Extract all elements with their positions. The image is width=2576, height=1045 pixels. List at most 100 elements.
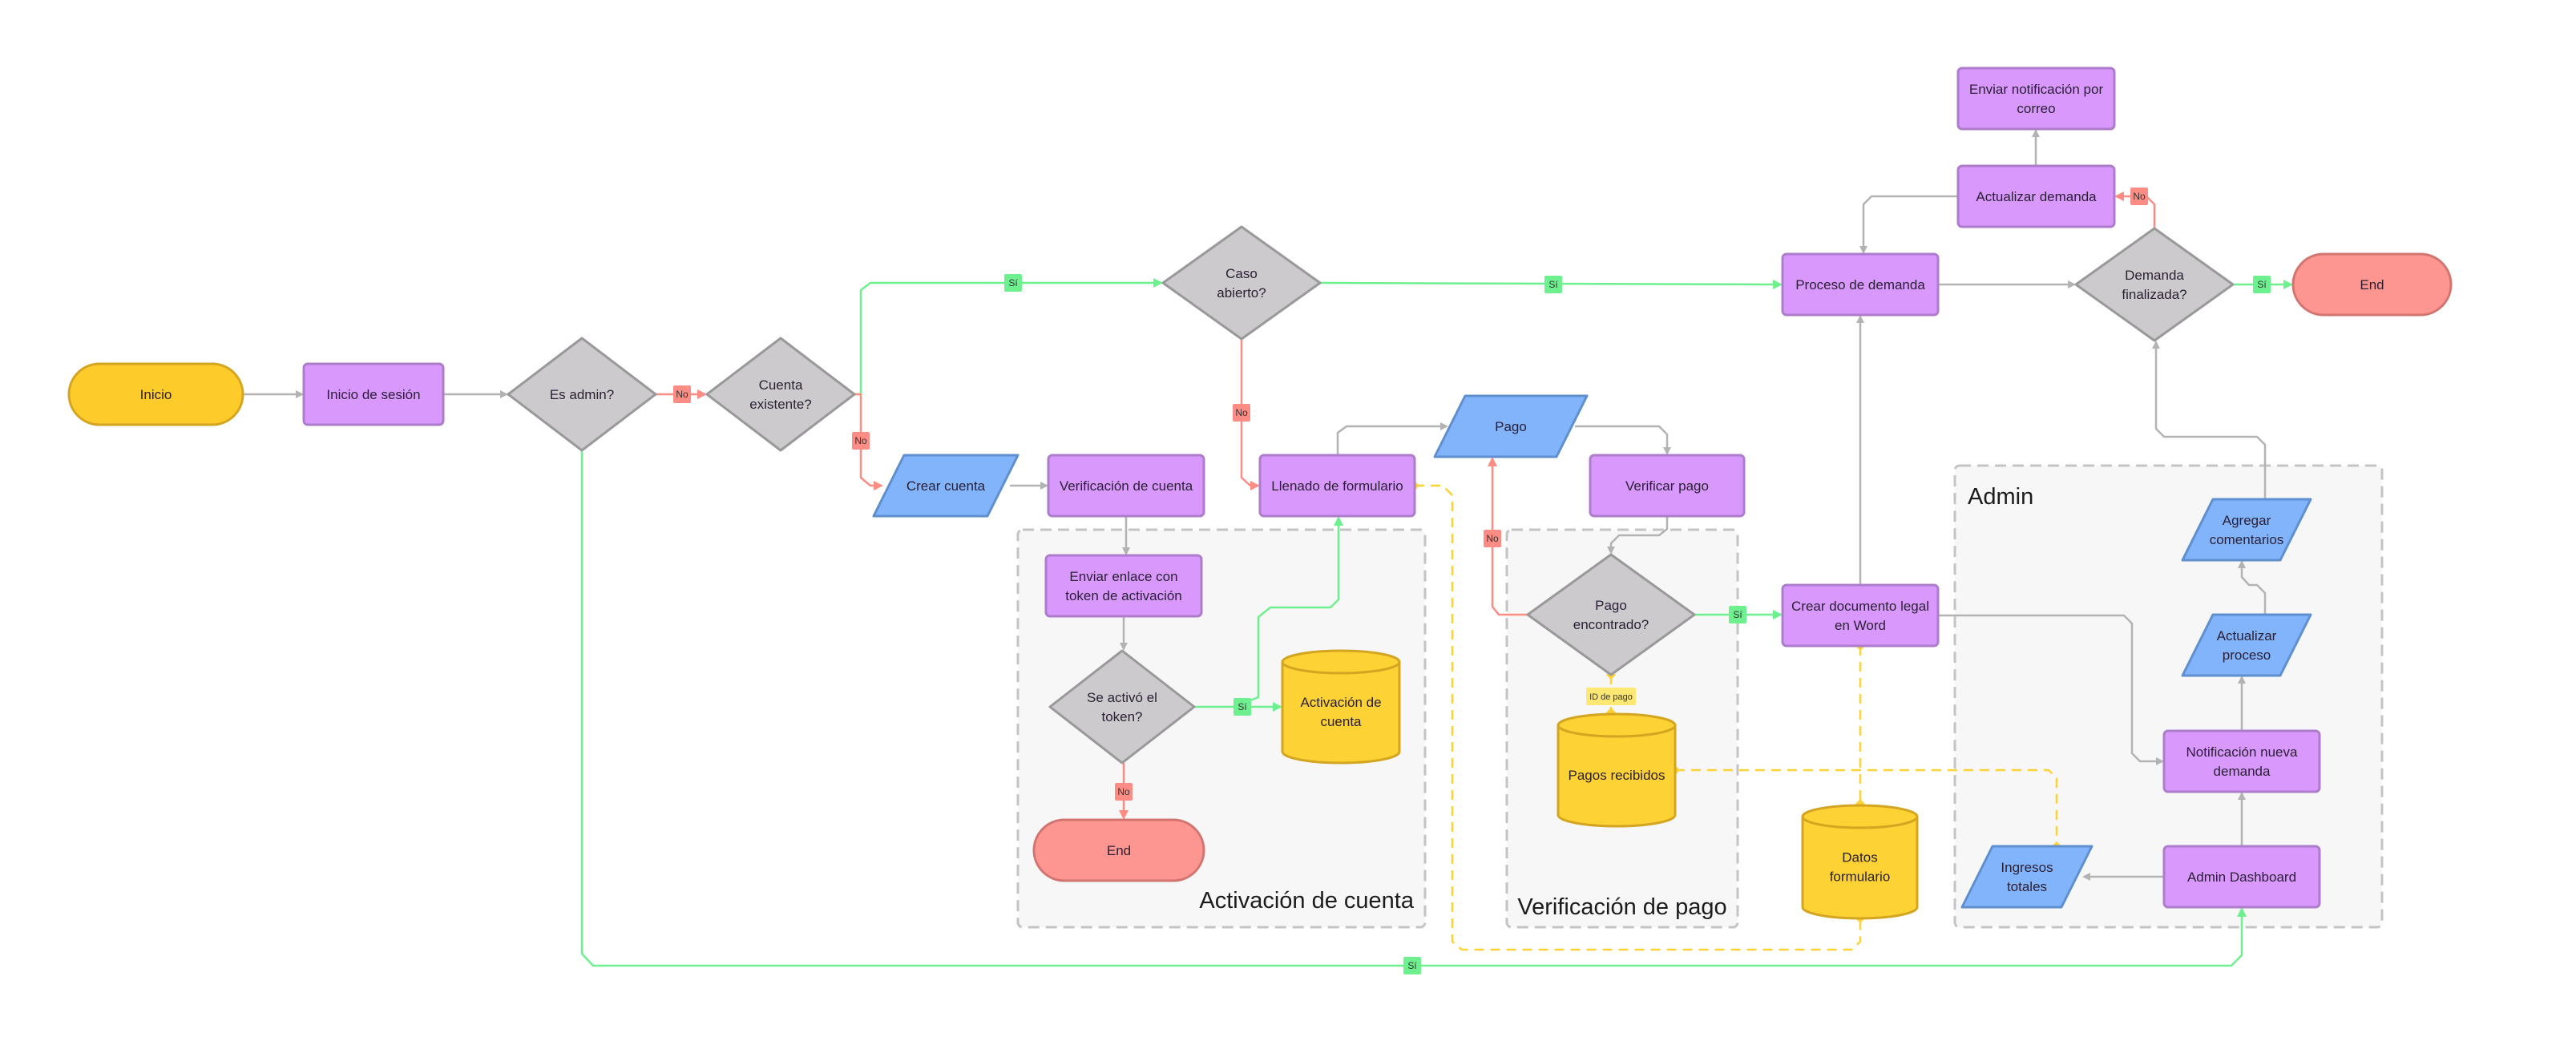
node-pago[interactable]: Pago xyxy=(1433,394,1589,458)
edge-label-text: Sí xyxy=(1548,279,1558,290)
node-label: Verificación de cuenta xyxy=(1060,478,1193,494)
edge-label-text: No xyxy=(2133,191,2146,202)
node-label: Actualizar xyxy=(2217,628,2277,644)
node-activacion-db[interactable]: Activación de cuenta xyxy=(1281,649,1401,765)
node-label: Actualizar demanda xyxy=(1976,189,2097,204)
node-label: correo xyxy=(2017,101,2055,116)
node-admin-dashboard[interactable]: Admin Dashboard xyxy=(2162,845,2321,909)
node-label: Activación de xyxy=(1300,695,1381,710)
node-label: demanda xyxy=(2214,764,2271,779)
edge-label-yes: Sí xyxy=(1729,606,1746,623)
node-inicio-sesion[interactable]: Inicio de sesión xyxy=(302,362,445,426)
node-label: Crear documento legal xyxy=(1791,599,1929,614)
node-caso-abierto[interactable]: Caso abierto? xyxy=(1161,225,1322,341)
edge-label-text: Sí xyxy=(2257,279,2267,290)
process-shape xyxy=(1044,554,1203,618)
node-label: formulario xyxy=(1830,869,1891,885)
node-label: End xyxy=(2360,277,2384,293)
node-label: proceso xyxy=(2223,648,2271,663)
node-label: Demanda xyxy=(2125,268,2184,283)
node-proceso-demanda[interactable]: Proceso de demanda xyxy=(1781,252,1940,317)
node-label: End xyxy=(1107,843,1131,858)
node-label: Verificar pago xyxy=(1625,478,1709,494)
node-label: Se activó el xyxy=(1087,690,1157,705)
process-shape xyxy=(2162,729,2321,793)
node-label: finalizada? xyxy=(2122,287,2186,302)
node-label: Crear cuenta xyxy=(906,478,986,494)
node-llenado[interactable]: Llenado de formulario xyxy=(1258,454,1416,518)
edge-label-yes: Sí xyxy=(1544,276,1562,293)
node-label: Inicio de sesión xyxy=(326,387,420,402)
group-title: Admin xyxy=(1968,484,2033,510)
node-es-admin[interactable]: Es admin? xyxy=(507,337,657,452)
edge-label-yes: Sí xyxy=(1403,957,1421,974)
edge-pago-to-verificar_pago xyxy=(1575,425,1671,455)
edge-label-no: No xyxy=(1484,530,1501,547)
process-shape xyxy=(1781,583,1940,648)
node-actualizar-demanda[interactable]: Actualizar demanda xyxy=(1956,164,2116,228)
node-label: comentarios xyxy=(2210,532,2284,547)
node-label: Datos xyxy=(1842,850,1877,865)
node-label: Es admin? xyxy=(550,387,614,402)
decision-shape xyxy=(2074,227,2235,342)
node-label: Pagos recibidos xyxy=(1569,768,1666,783)
node-label: Admin Dashboard xyxy=(2187,869,2296,885)
node-label: Caso xyxy=(1225,266,1258,281)
decision-shape xyxy=(1161,225,1322,341)
node-label: token de activación xyxy=(1065,588,1182,603)
node-label: Notificación nueva xyxy=(2186,744,2298,760)
decision-shape xyxy=(705,337,856,452)
node-label: Pago xyxy=(1495,419,1527,434)
edge-label-yes: Sí xyxy=(1004,274,1022,292)
node-label: en Word xyxy=(1835,618,1886,633)
node-label: existente? xyxy=(749,397,812,412)
node-label: cuenta xyxy=(1320,714,1362,729)
edge-actualizar_demanda-to-proceso_demanda xyxy=(1859,195,1958,254)
node-label: Inicio xyxy=(140,387,172,402)
node-label: totales xyxy=(2007,879,2047,894)
edge-label-text: Sí xyxy=(1008,277,1018,288)
group-title: Verificación de pago xyxy=(1517,894,1726,920)
node-label: Pago xyxy=(1595,598,1627,613)
node-cuenta-existente[interactable]: Cuenta existente? xyxy=(705,337,856,452)
edge-label-text: No xyxy=(854,435,867,446)
node-datos-formulario[interactable]: Datos formulario xyxy=(1801,804,1919,920)
group-title: Activación de cuenta xyxy=(1199,888,1414,914)
node-verificar-pago[interactable]: Verificar pago xyxy=(1589,454,1746,518)
edge-label-text: No xyxy=(676,389,688,400)
node-verificacion-cuenta[interactable]: Verificación de cuenta xyxy=(1047,454,1205,518)
edge-label-text: No xyxy=(1235,407,1248,418)
edge-label-no: No xyxy=(1115,783,1133,801)
node-label: abierto? xyxy=(1217,285,1266,301)
edge-label-text: No xyxy=(1486,533,1499,544)
edge-label-no: No xyxy=(852,432,870,450)
node-label: Proceso de demanda xyxy=(1795,277,1925,293)
node-label: Cuenta xyxy=(759,377,803,393)
node-crear-documento[interactable]: Crear documento legal en Word xyxy=(1781,583,1940,648)
edge-label-no: No xyxy=(2130,188,2148,205)
node-label: Enviar enlace con xyxy=(1069,569,1177,584)
node-label: Agregar xyxy=(2223,513,2271,528)
edge-label-yes: Sí xyxy=(1233,698,1251,716)
edge-llenado-to-pago xyxy=(1336,422,1448,455)
edge-label-no: No xyxy=(1233,404,1250,422)
node-pagos-recibidos[interactable]: Pagos recibidos xyxy=(1557,712,1677,828)
node-label: Enviar notificación por xyxy=(1969,82,2104,97)
node-enviar-notificacion[interactable]: Enviar notificación por correo xyxy=(1956,67,2116,131)
node-demanda-finalizada[interactable]: Demanda finalizada? xyxy=(2074,227,2235,342)
node-label: Llenado de formulario xyxy=(1271,478,1403,494)
node-end-activacion[interactable]: End xyxy=(1032,818,1205,882)
node-enviar-enlace[interactable]: Enviar enlace con token de activación xyxy=(1044,554,1203,618)
node-label: Ingresos xyxy=(2001,860,2053,875)
node-label: token? xyxy=(1101,709,1142,724)
edge-cuenta_existente-to-caso_abierto xyxy=(854,278,1163,396)
edge-label-yes: Sí xyxy=(2253,276,2271,293)
node-inicio[interactable]: Inicio xyxy=(67,362,244,426)
flowchart-canvas: Activación de cuenta Verificación de pago… xyxy=(67,67,2453,974)
edge-label-data: ID de pago xyxy=(1586,688,1636,705)
node-crear-cuenta[interactable]: Crear cuenta xyxy=(872,454,1019,518)
node-notificacion-nueva[interactable]: Notificación nueva demanda xyxy=(2162,729,2321,793)
edge-label-text: Sí xyxy=(1733,609,1742,620)
node-end-final[interactable]: End xyxy=(2291,252,2453,317)
edge-label-text: ID de pago xyxy=(1589,692,1633,702)
